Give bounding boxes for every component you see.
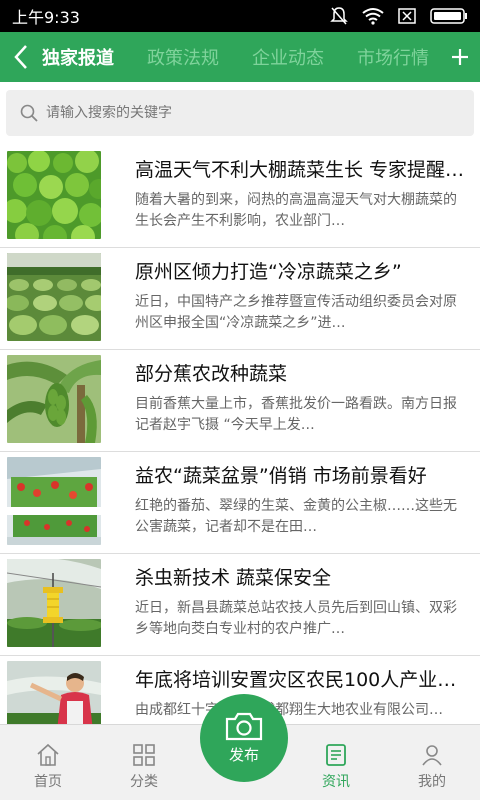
news-text: 杀虫新技术 蔬菜保安全 近日，新昌县蔬菜总站农技人员先后到回山镇、双彩乡等地向茭…: [135, 559, 468, 655]
battery-icon: [430, 8, 467, 24]
news-text: 部分蕉农改种蔬菜 目前香蕉大量上市，香蕉批发价一路看跌。南方日报记者赵宇飞摄 “…: [135, 355, 468, 451]
news-item[interactable]: 部分蕉农改种蔬菜 目前香蕉大量上市，香蕉批发价一路看跌。南方日报记者赵宇飞摄 “…: [0, 350, 480, 452]
news-text: 益农“蔬菜盆景”俏销 市场前景看好 红艳的番茄、翠绿的生菜、金黄的公主椒……这些…: [135, 457, 468, 553]
news-thumbnail-greenhouse-pots: [7, 457, 101, 545]
nav-news-label: 资讯: [322, 774, 350, 790]
publish-label: 发布: [228, 746, 259, 764]
mute-icon: [330, 7, 348, 25]
news-text: 高温天气不利大棚蔬菜生长 专家提醒农户做好防护 随着大暑的到来，闷热的高温高湿天…: [135, 151, 468, 247]
news-item[interactable]: 原州区倾力打造“冷凉蔬菜之乡” 近日，中国特产之乡推荐暨宣传活动组织委员会对原州…: [0, 248, 480, 350]
add-tab-button[interactable]: [440, 32, 480, 82]
top-tab-bar: 独家报道 政策法规 企业动态 市场行情: [0, 32, 480, 82]
tab-company-news[interactable]: 企业动态: [252, 44, 324, 70]
news-text: 原州区倾力打造“冷凉蔬菜之乡” 近日，中国特产之乡推荐暨宣传活动组织委员会对原州…: [135, 253, 468, 349]
news-item[interactable]: 杀虫新技术 蔬菜保安全 近日，新昌县蔬菜总站农技人员先后到回山镇、双彩乡等地向茭…: [0, 554, 480, 656]
news-title: 原州区倾力打造“冷凉蔬菜之乡”: [135, 261, 402, 283]
status-bar: 上午9:33: [0, 0, 480, 32]
news-list: 高温天气不利大棚蔬菜生长 专家提醒农户做好防护 随着大暑的到来，闷热的高温高湿天…: [0, 146, 480, 724]
tab-policy[interactable]: 政策法规: [147, 44, 219, 70]
nav-category[interactable]: 分类: [96, 725, 192, 800]
nav-home-label: 首页: [34, 774, 62, 790]
news-summary: 近日，中国特产之乡推荐暨宣传活动组织委员会对原州区申报全国“冷凉蔬菜之乡”进…: [135, 294, 457, 331]
tab-exclusive-report[interactable]: 独家报道: [42, 44, 114, 70]
news-thumbnail-banana-tree: [7, 355, 101, 443]
news-text: 年底将培训安置灾区农民100人产业工人 由成都红十字会携手成都翔生大地农业有限公…: [135, 661, 468, 724]
news-summary: 目前香蕉大量上市，香蕉批发价一路看跌。南方日报记者赵宇飞摄 “今天早上发…: [135, 396, 457, 433]
sim-off-icon: [398, 8, 416, 24]
wifi-icon: [362, 8, 384, 25]
news-summary: 近日，新昌县蔬菜总站农技人员先后到回山镇、双彩乡等地向茭白专业村的农户推广…: [135, 600, 457, 637]
news-item[interactable]: 高温天气不利大棚蔬菜生长 专家提醒农户做好防护 随着大暑的到来，闷热的高温高湿天…: [0, 146, 480, 248]
news-title: 部分蕉农改种蔬菜: [135, 363, 288, 385]
plus-icon: [452, 49, 468, 65]
news-title: 年底将培训安置灾区农民100人产业工人: [135, 669, 468, 691]
news-thumbnail-cabbage-field: [7, 253, 101, 341]
app-screen: 上午9:33 独家报道 政策法规 企业动态 市场行情 请输入搜索的关键字 高温天…: [0, 0, 480, 800]
nav-mine-label: 我的: [418, 774, 446, 790]
news-item[interactable]: 益农“蔬菜盆景”俏销 市场前景看好 红艳的番茄、翠绿的生菜、金黄的公主椒……这些…: [0, 452, 480, 554]
search-box[interactable]: [6, 90, 474, 136]
camera-icon: [225, 712, 263, 741]
tab-market[interactable]: 市场行情: [357, 44, 429, 70]
news-thumbnail-farmer-woman: [7, 661, 101, 724]
nav-category-label: 分类: [130, 774, 158, 790]
publish-button[interactable]: 发布: [200, 694, 288, 782]
category-tabs: 独家报道 政策法规 企业动态 市场行情: [42, 32, 440, 82]
nav-home[interactable]: 首页: [0, 725, 96, 800]
status-time: 上午9:33: [12, 8, 80, 27]
search-bar: [0, 82, 480, 146]
nav-news[interactable]: 资讯: [288, 725, 384, 800]
news-title: 杀虫新技术 蔬菜保安全: [135, 567, 332, 589]
nav-mine[interactable]: 我的: [384, 725, 480, 800]
news-summary: 随着大暑的到来，闷热的高温高湿天气对大棚蔬菜的生长会产生不利影响，农业部门…: [135, 192, 457, 229]
news-summary: 由成都红十字会携手成都翔生大地农业有限公司…: [135, 702, 443, 718]
chevron-left-icon: [14, 45, 27, 69]
user-icon: [422, 745, 442, 766]
news-thumbnail-insect-trap: [7, 559, 101, 647]
status-icons: [330, 6, 468, 26]
search-icon: [20, 104, 38, 122]
news-thumbnail-lettuce-field: [7, 151, 101, 239]
grid-icon: [133, 744, 155, 766]
search-input[interactable]: [46, 105, 446, 121]
news-summary: 红艳的番茄、翠绿的生菜、金黄的公主椒……这些无公害蔬菜，记者却不是在田…: [135, 498, 457, 535]
news-title: 益农“蔬菜盆景”俏销 市场前景看好: [135, 465, 427, 487]
back-button[interactable]: [0, 32, 42, 82]
news-icon: [326, 744, 346, 766]
home-icon: [37, 743, 59, 766]
news-title: 高温天气不利大棚蔬菜生长 专家提醒农户做好防护: [135, 159, 468, 181]
